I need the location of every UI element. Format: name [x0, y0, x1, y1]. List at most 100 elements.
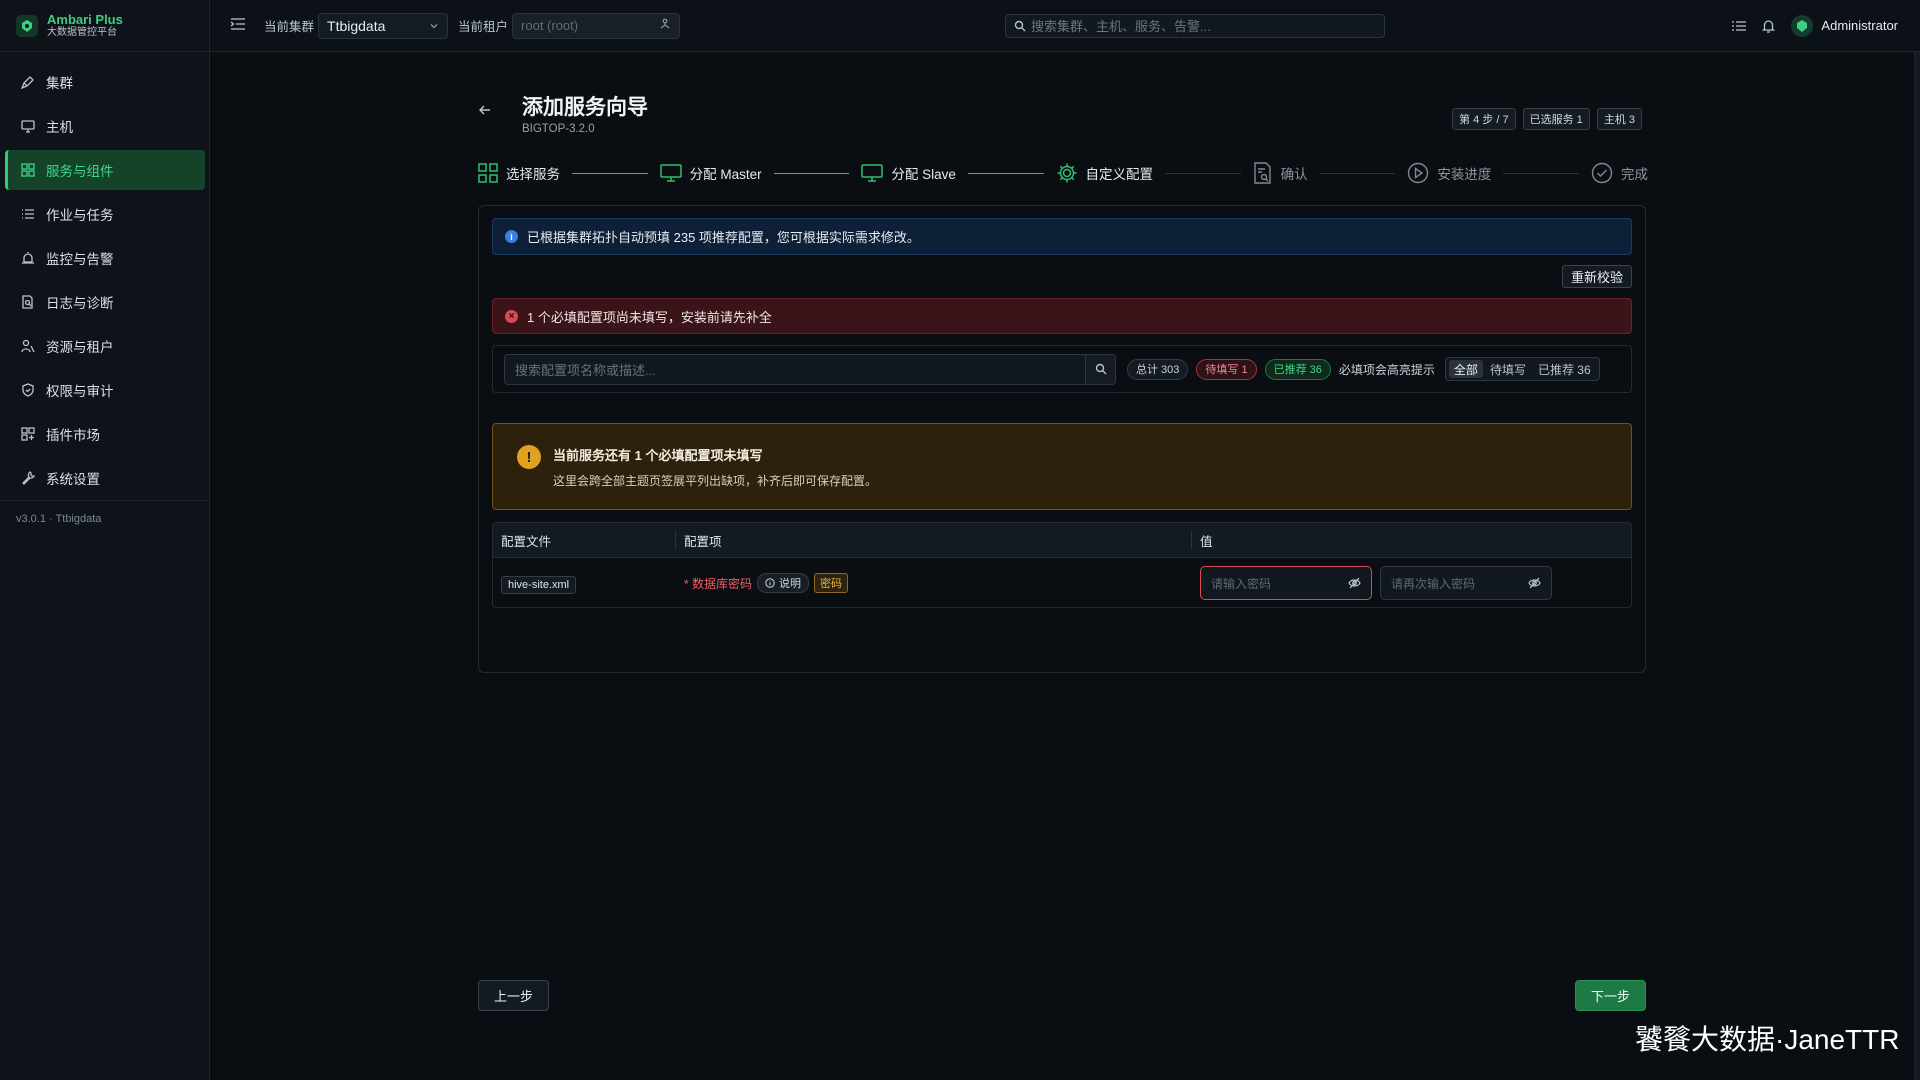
- step-connector: [572, 172, 648, 174]
- version-label: v3.0.1 · Ttbigdata: [0, 500, 209, 537]
- password-input[interactable]: 请输入密码: [1200, 566, 1372, 600]
- step-connector: [1319, 172, 1396, 174]
- step-install-progress[interactable]: 安装进度: [1407, 162, 1491, 184]
- warning-alert: ! 当前服务还有 1 个必填配置项未填写 这里会跨全部主题页签展平列出缺项，补齐…: [492, 423, 1632, 510]
- recommended-count-badge[interactable]: 已推荐 36: [1264, 358, 1331, 380]
- step-connector: [1165, 172, 1241, 174]
- file-search-icon: [20, 294, 36, 310]
- step-connector: [773, 172, 850, 174]
- sidebar-item-services[interactable]: 服务与组件: [5, 150, 205, 190]
- puzzle-icon: [20, 426, 36, 442]
- exclamation-icon: !: [517, 445, 541, 469]
- error-alert: × 1 个必填配置项尚未填写，安装前请先补全: [492, 298, 1632, 334]
- filter-segmented-control: 全部 待填写 已推荐 36: [1444, 357, 1600, 381]
- sidebar-item-label: 服务与组件: [46, 164, 114, 179]
- grid-icon: [20, 162, 36, 178]
- eye-off-icon[interactable]: [1528, 577, 1541, 589]
- users-icon: [20, 338, 36, 354]
- eye-off-icon[interactable]: [1348, 577, 1361, 589]
- filter-all[interactable]: 全部: [1448, 360, 1483, 378]
- recheck-button[interactable]: 重新校验: [1561, 265, 1632, 288]
- required-hint: 必填项会高亮提示: [1338, 362, 1435, 377]
- sidebar-item-hosts[interactable]: 主机: [5, 106, 205, 146]
- global-search-placeholder: 搜索集群、主机、服务、告警...: [1031, 19, 1211, 34]
- step-customize-config[interactable]: 自定义配置: [1056, 162, 1153, 184]
- previous-step-button[interactable]: 上一步: [478, 980, 549, 1011]
- cluster-select[interactable]: Ttbigdata: [318, 12, 449, 39]
- sidebar-nav: 集群 主机 服务与组件 作业与任务 监控与告警 日志与诊断 资源与租户 权限与审…: [0, 52, 209, 498]
- global-search-input[interactable]: 搜索集群、主机、服务、告警...: [1005, 13, 1385, 38]
- info-alert: i 已根据集群拓扑自动预填 235 项推荐配置，您可根据实际需求修改。: [492, 218, 1632, 255]
- brand-logo-icon: [16, 14, 38, 37]
- sidebar-item-permissions[interactable]: 权限与审计: [5, 370, 205, 410]
- filter-recommended[interactable]: 已推荐 36: [1533, 360, 1596, 378]
- confirm-password-input[interactable]: 请再次输入密码: [1380, 566, 1552, 600]
- avatar[interactable]: [1791, 14, 1814, 37]
- info-alert-text: 已根据集群拓扑自动预填 235 项推荐配置，您可根据实际需求修改。: [527, 230, 920, 245]
- topbar: 当前集群 Ttbigdata 当前租户 root (root) 搜索集群、主机、…: [210, 0, 1920, 52]
- description-button[interactable]: 说明: [757, 573, 810, 593]
- sidebar-item-settings[interactable]: 系统设置: [5, 458, 205, 498]
- sidebar-item-jobs[interactable]: 作业与任务: [5, 194, 205, 234]
- sidebar-item-logs[interactable]: 日志与诊断: [5, 282, 205, 322]
- step-confirm[interactable]: 确认: [1253, 162, 1308, 184]
- menu-collapse-icon[interactable]: [230, 17, 246, 34]
- back-arrow-icon[interactable]: [478, 103, 492, 120]
- watermark: 饕餮大数据·JaneTTR: [1635, 1024, 1900, 1055]
- chevron-down-icon: [429, 18, 439, 34]
- check-circle-icon: [1591, 162, 1613, 184]
- info-icon: i: [505, 230, 518, 243]
- config-search-input[interactable]: 搜索配置项名称或描述...: [504, 353, 1085, 385]
- sidebar-item-cluster[interactable]: 集群: [5, 62, 205, 102]
- step-connector: [967, 172, 1044, 174]
- filter-pending[interactable]: 待填写: [1485, 360, 1531, 378]
- shield-icon: [20, 382, 36, 398]
- sidebar-item-resources[interactable]: 资源与租户: [5, 326, 205, 366]
- cluster-select-value: Ttbigdata: [327, 17, 386, 34]
- step-chip: 第 4 步 / 7: [1452, 108, 1516, 130]
- column-header-file: 配置文件: [493, 531, 676, 549]
- user-name[interactable]: Administrator: [1821, 18, 1898, 33]
- brand-title: Ambari Plus: [47, 11, 123, 27]
- step-assign-master[interactable]: 分配 Master: [659, 163, 762, 183]
- step-assign-slave[interactable]: 分配 Slave: [861, 163, 956, 183]
- step-finish[interactable]: 完成: [1591, 162, 1648, 184]
- alarm-icon: [20, 250, 36, 266]
- sidebar-item-plugins[interactable]: 插件市场: [5, 414, 205, 454]
- wizard-chips: 第 4 步 / 7 已选服务 1 主机 3: [1452, 108, 1642, 130]
- right-scroll-edge[interactable]: [1914, 52, 1920, 1080]
- rocket-icon: [20, 74, 36, 90]
- brand-subtitle: 大数据管控平台: [47, 26, 117, 38]
- brand[interactable]: Ambari Plus 大数据管控平台: [0, 0, 209, 52]
- missing-config-table: 配置文件 配置项 值 hive-site.xml * 数据库密码 说明 密码 请…: [492, 522, 1632, 608]
- sidebar-item-monitoring[interactable]: 监控与告警: [5, 238, 205, 278]
- wizard-steps: 选择服务 分配 Master 分配 Slave 自定义配置 确认 安装进度 完成: [478, 160, 1648, 186]
- step-label: 选择服务: [506, 167, 560, 182]
- stack-version: BIGTOP-3.2.0: [522, 123, 595, 135]
- sidebar-item-label: 资源与租户: [46, 340, 114, 355]
- sidebar-item-label: 监控与告警: [46, 252, 114, 267]
- pending-count-badge[interactable]: 待填写 1: [1196, 358, 1257, 380]
- table-header: 配置文件 配置项 值: [493, 523, 1631, 558]
- next-step-button[interactable]: 下一步: [1575, 980, 1646, 1011]
- grid-icon: [478, 163, 498, 183]
- gear-icon: [1056, 162, 1078, 184]
- column-header-item: 配置项: [676, 531, 1192, 549]
- topbar-right: Administrator: [1716, 14, 1898, 37]
- sidebar-item-label: 权限与审计: [46, 384, 114, 399]
- bell-icon[interactable]: [1762, 19, 1776, 33]
- password-type-tag: 密码: [814, 573, 849, 593]
- task-list-icon[interactable]: [1732, 20, 1747, 32]
- column-header-value: 值: [1200, 534, 1213, 549]
- step-label: 完成: [1620, 167, 1648, 182]
- hosts-chip: 主机 3: [1596, 108, 1642, 130]
- total-count-badge: 总计 303: [1127, 358, 1189, 380]
- item-cell: * 数据库密码 说明 密码: [676, 573, 1192, 593]
- step-select-services[interactable]: 选择服务: [478, 163, 560, 183]
- tenant-input[interactable]: root (root): [512, 12, 681, 39]
- config-search-button[interactable]: [1085, 353, 1116, 385]
- file-cell: hive-site.xml: [493, 575, 676, 594]
- sidebar-item-label: 系统设置: [46, 472, 100, 487]
- step-label: 分配 Master: [689, 167, 762, 182]
- tenant-label: 当前租户: [458, 20, 509, 34]
